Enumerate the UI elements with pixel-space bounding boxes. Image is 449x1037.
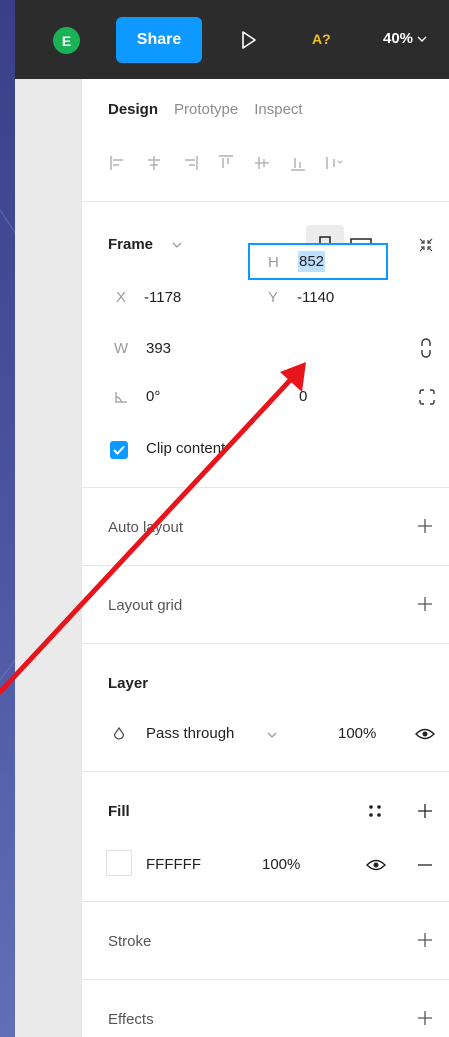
corner-radius-input[interactable]: 0 bbox=[299, 388, 307, 405]
frame-title[interactable]: Frame bbox=[108, 236, 153, 253]
align-left-icon[interactable] bbox=[108, 153, 128, 173]
y-input[interactable]: -1140 bbox=[297, 289, 334, 306]
rotation-input[interactable]: 0° bbox=[146, 388, 160, 405]
canvas-area[interactable] bbox=[15, 79, 81, 1037]
zoom-value: 40% bbox=[383, 30, 414, 47]
distribute-icon[interactable] bbox=[324, 153, 344, 173]
independent-corners-icon[interactable] bbox=[418, 388, 436, 406]
divider bbox=[82, 487, 449, 488]
align-horizontal-center-icon[interactable] bbox=[144, 153, 164, 173]
layer-opacity-input[interactable]: 100% bbox=[338, 725, 376, 742]
design-panel: Design Prototype Inspect Frame X -1178 Y… bbox=[81, 79, 449, 1037]
alignment-toolbar bbox=[108, 153, 360, 173]
align-top-icon[interactable] bbox=[216, 153, 236, 173]
chevron-down-icon[interactable] bbox=[172, 241, 182, 249]
fill-hex-input[interactable]: FFFFFF bbox=[146, 856, 201, 873]
fill-opacity-input[interactable]: 100% bbox=[262, 856, 300, 873]
fill-title: Fill bbox=[108, 803, 130, 820]
divider bbox=[82, 643, 449, 644]
rotation-icon bbox=[115, 392, 127, 403]
blend-mode-select[interactable]: Pass through bbox=[146, 725, 234, 742]
y-label: Y bbox=[268, 289, 279, 306]
add-fill-icon[interactable] bbox=[416, 802, 434, 820]
remove-fill-icon[interactable] bbox=[416, 856, 434, 874]
divider bbox=[82, 771, 449, 772]
add-effect-icon[interactable] bbox=[416, 1009, 434, 1027]
chevron-down-icon bbox=[417, 36, 427, 42]
add-auto-layout-icon[interactable] bbox=[416, 517, 434, 535]
divider bbox=[82, 979, 449, 980]
clip-content-label[interactable]: Clip content bbox=[146, 440, 225, 457]
divider bbox=[82, 901, 449, 902]
eye-icon[interactable] bbox=[366, 859, 386, 871]
blend-mode-icon bbox=[113, 726, 125, 740]
chevron-down-icon[interactable] bbox=[267, 731, 277, 739]
top-toolbar: E Share A? 40% bbox=[15, 0, 449, 79]
panel-tabs: Design Prototype Inspect bbox=[108, 101, 303, 118]
play-icon[interactable] bbox=[241, 31, 257, 49]
divider bbox=[82, 565, 449, 566]
clip-content-checkbox[interactable] bbox=[110, 441, 128, 459]
layout-grid-title: Layout grid bbox=[108, 597, 183, 614]
zoom-dropdown[interactable]: 40% bbox=[383, 30, 427, 47]
add-stroke-icon[interactable] bbox=[416, 931, 434, 949]
user-avatar[interactable]: E bbox=[53, 27, 80, 54]
w-input[interactable]: 393 bbox=[146, 340, 171, 357]
eye-icon[interactable] bbox=[415, 728, 435, 740]
auto-layout-title: Auto layout bbox=[108, 519, 184, 536]
tab-design[interactable]: Design bbox=[108, 101, 158, 118]
tab-inspect[interactable]: Inspect bbox=[254, 101, 302, 118]
resize-to-fit-icon[interactable] bbox=[418, 237, 434, 253]
constrain-proportions-icon[interactable] bbox=[419, 337, 433, 359]
x-label: X bbox=[116, 289, 127, 306]
share-button[interactable]: Share bbox=[116, 17, 202, 63]
accessibility-check[interactable]: A? bbox=[312, 31, 331, 47]
h-input[interactable]: 852 bbox=[298, 251, 326, 272]
fill-color-swatch[interactable] bbox=[106, 850, 132, 876]
layer-title: Layer bbox=[108, 675, 149, 692]
style-picker-icon[interactable] bbox=[367, 803, 383, 819]
effects-title: Effects bbox=[108, 1011, 154, 1028]
add-layout-grid-icon[interactable] bbox=[416, 595, 434, 613]
x-input[interactable]: -1178 bbox=[144, 289, 181, 306]
align-bottom-icon[interactable] bbox=[288, 153, 308, 173]
check-icon bbox=[113, 445, 125, 455]
w-label: W bbox=[114, 340, 129, 357]
h-label: H bbox=[268, 254, 279, 271]
stroke-title: Stroke bbox=[108, 933, 152, 950]
align-right-icon[interactable] bbox=[180, 153, 200, 173]
align-vertical-center-icon[interactable] bbox=[252, 153, 272, 173]
tab-prototype[interactable]: Prototype bbox=[174, 101, 238, 118]
divider bbox=[82, 201, 449, 202]
height-field[interactable]: H 852 bbox=[248, 243, 388, 280]
